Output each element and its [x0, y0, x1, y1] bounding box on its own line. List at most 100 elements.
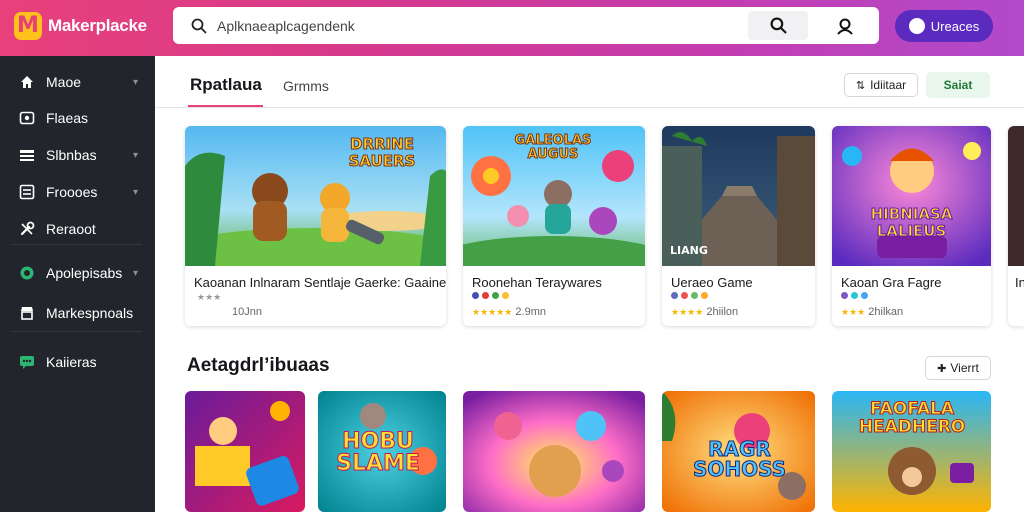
active-tab-indicator — [188, 105, 263, 107]
chevron-down-icon: ▾ — [133, 186, 139, 198]
platform-dot-icon — [691, 292, 698, 299]
game-thumbnail: HIBNIASA LALIEUS — [832, 126, 991, 266]
platform-dot-icon — [851, 292, 858, 299]
game-card[interactable]: In — [1008, 126, 1024, 326]
sidebar-item-label: Apolepisabs — [46, 265, 123, 281]
platform-dot-icon — [681, 292, 688, 299]
thumbnail-title: HIBNIASA LALIEUS — [870, 205, 953, 240]
card-title: Ueraeo Game — [671, 275, 753, 290]
thumbnail-title: LIANG — [670, 244, 708, 257]
rating — [841, 292, 868, 299]
list-icon — [19, 184, 35, 200]
game-tile[interactable]: FAOFALA HEADHERO — [832, 391, 991, 512]
grid-icon — [19, 147, 35, 163]
account-button[interactable] — [825, 11, 865, 40]
home-icon — [19, 74, 35, 90]
tab-games[interactable]: Grmms — [283, 78, 329, 94]
card-stat: ★★★★★ 2.9mn — [472, 306, 546, 318]
filter-label: Idiitaar — [870, 78, 907, 92]
user-circle-icon — [908, 18, 925, 34]
search-icon — [191, 18, 207, 33]
tab-bar: Rpatlaua Grmms ⇅ Idiitaar Saiat — [155, 56, 1024, 108]
store-icon — [19, 305, 35, 321]
game-card[interactable]: HIBNIASA LALIEUS Kaoan Gra Fagre ★★★ 2hi… — [832, 126, 991, 326]
sidebar-divider — [12, 244, 142, 245]
sidebar-divider — [12, 331, 142, 332]
card-stat-value: 2.9mn — [515, 306, 546, 318]
sidebar-item-label: Maoe — [46, 74, 82, 90]
card-title: In — [1015, 275, 1024, 290]
upgrade-button[interactable]: Ureaces — [895, 10, 993, 42]
tab-active[interactable]: Rpatlaua — [190, 75, 262, 95]
search-input[interactable] — [217, 17, 737, 34]
green-circle-icon — [19, 265, 35, 281]
sidebar-item-images[interactable]: Flaeas — [0, 103, 155, 133]
card-stat: 10Jnn — [232, 306, 262, 318]
platform-dot-icon — [472, 292, 479, 299]
game-card[interactable]: LIANG Ueraeo Game ★★★★ 2hiilon — [662, 126, 815, 326]
star-icon: ★★★★ — [671, 307, 704, 317]
sliders-icon: ⇅ — [855, 79, 866, 92]
card-stat: ★★★ 2hilkan — [841, 306, 903, 318]
logo-mark: M — [14, 12, 42, 40]
sidebar-item-tools[interactable]: Reraoot — [0, 214, 155, 244]
sidebar: Maoe ▾ Flaeas Slbnbas ▾ Froooes ▾ Reraoo… — [0, 56, 155, 512]
game-thumbnail: LIANG — [662, 126, 815, 266]
user-icon — [837, 18, 853, 35]
rating — [472, 292, 509, 299]
app-name: Makerplacke — [48, 16, 147, 35]
card-stat-value: 2hiilon — [706, 306, 739, 318]
sidebar-item-grid[interactable]: Slbnbas ▾ — [0, 140, 155, 170]
search-icon — [770, 17, 786, 34]
platform-dot-icon — [502, 292, 509, 299]
search-button[interactable] — [748, 11, 808, 40]
platform-dot-icon — [861, 292, 868, 299]
platform-dot-icon — [841, 292, 848, 299]
chevron-down-icon: ▾ — [133, 267, 139, 279]
sidebar-item-label: Reraoot — [46, 221, 96, 237]
save-button[interactable]: Saiat — [926, 72, 990, 98]
sidebar-item-list[interactable]: Froooes ▾ — [0, 177, 155, 207]
view-label: Vierrt — [950, 361, 979, 375]
star-icon: ★★★★★ — [472, 307, 513, 317]
game-thumbnail — [1008, 126, 1024, 266]
thumbnail-title: GALEOLAS AUGUS — [514, 133, 592, 163]
card-title: Kaoan Gra Fagre — [841, 275, 942, 290]
tools-icon — [19, 221, 35, 237]
sidebar-item-marketplace[interactable]: Markespnoals — [0, 298, 155, 328]
sidebar-item-apps[interactable]: Apolepisabs ▾ — [0, 258, 155, 288]
sidebar-item-label: Slbnbas — [46, 147, 97, 163]
card-stat: ★★★★ 2hiilon — [671, 306, 738, 318]
sidebar-item-label: Flaeas — [46, 110, 89, 126]
platform-dot-icon — [701, 292, 708, 299]
platform-dot-icon — [492, 292, 499, 299]
sidebar-item-label: Markespnoals — [46, 305, 134, 321]
plus-icon: ✚ — [937, 362, 947, 375]
platform-dot-icon — [671, 292, 678, 299]
view-all-button[interactable]: ✚ Vierrt — [925, 356, 991, 380]
game-thumbnail: GALEOLAS AUGUS — [463, 126, 645, 266]
search-bar — [173, 7, 879, 44]
upgrade-label: Ureaces — [930, 18, 980, 34]
sidebar-item-label: Kaiieras — [46, 354, 97, 370]
rating: ★★★ — [194, 292, 221, 303]
filter-button[interactable]: ⇅ Idiitaar — [844, 73, 918, 97]
platform-dot-icon — [482, 292, 489, 299]
game-tile[interactable] — [185, 391, 305, 512]
game-card[interactable]: GALEOLAS AUGUS Roonehan Teraywares ★★★★★… — [463, 126, 645, 326]
chevron-down-icon: ▾ — [133, 76, 139, 88]
game-tile[interactable] — [463, 391, 645, 512]
game-tile[interactable]: HOBU SLAME — [318, 391, 446, 512]
rating — [671, 292, 708, 299]
game-card[interactable]: DRRINE SAUERS Kaoanan Inlnaram Sentlaje … — [185, 126, 446, 326]
section-title: Aetagdrl’ibuaas — [187, 355, 330, 376]
sidebar-item-home[interactable]: Maoe ▾ — [0, 67, 155, 97]
tile-title: HOBU SLAME — [336, 429, 421, 476]
star-icon: ★★★ — [841, 307, 866, 317]
card-stat-value: 2hilkan — [868, 306, 904, 318]
game-tile[interactable]: RAGR SOHOSS — [662, 391, 815, 512]
sidebar-item-label: Froooes — [46, 184, 98, 200]
sidebar-item-chat[interactable]: Kaiieras — [0, 347, 155, 377]
tile-title: RAGR SOHOSS — [692, 437, 787, 481]
app-logo[interactable]: M Makerplacke — [14, 12, 147, 40]
